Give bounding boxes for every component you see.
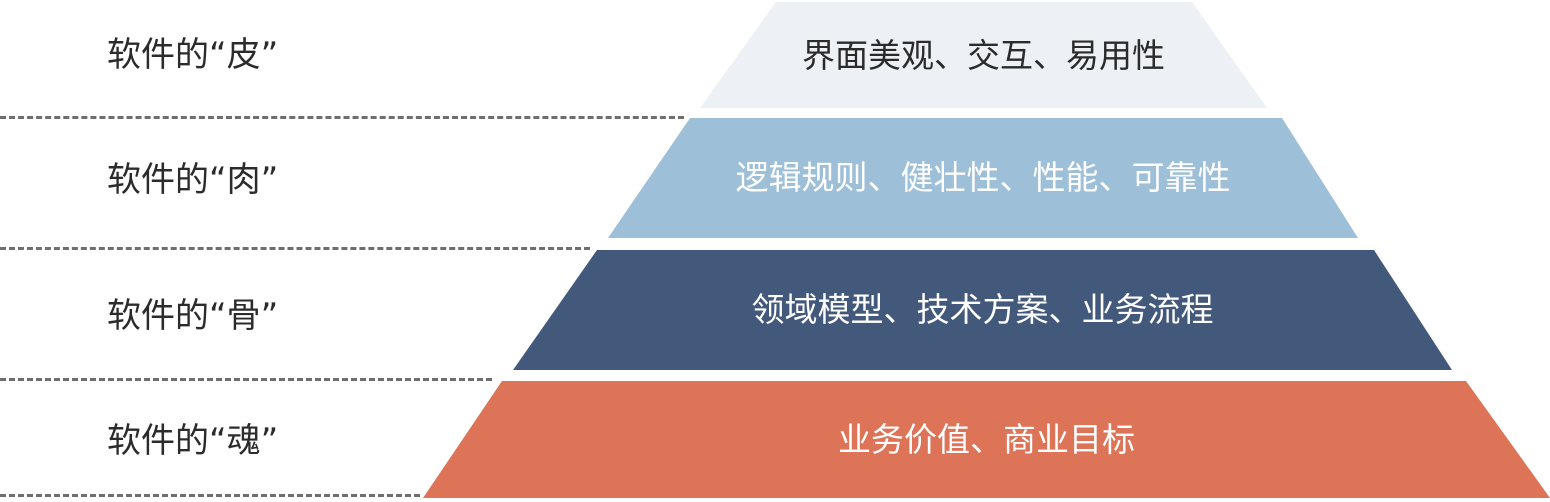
row-label-skin: 软件的“皮” [107, 35, 279, 75]
tier-soul-text: 业务价值、商业目标 [838, 420, 1135, 459]
divider-1 [0, 116, 684, 119]
divider-3 [0, 378, 492, 381]
divider-4 [0, 494, 420, 497]
tier-bone: 领域模型、技术方案、业务流程 [513, 250, 1452, 370]
tier-flesh: 逻辑规则、健壮性、性能、可靠性 [608, 118, 1358, 238]
divider-2 [0, 247, 590, 250]
row-label-flesh: 软件的“肉” [107, 160, 279, 200]
row-label-soul: 软件的“魂” [107, 421, 279, 461]
tier-skin-text: 界面美观、交互、易用性 [802, 36, 1165, 75]
tier-flesh-text: 逻辑规则、健壮性、性能、可靠性 [735, 158, 1231, 197]
tier-soul: 业务价值、商业目标 [423, 381, 1550, 498]
row-label-bone: 软件的“骨” [107, 296, 279, 336]
tier-bone-text: 领域模型、技术方案、业务流程 [751, 290, 1214, 329]
tier-skin: 界面美观、交互、易用性 [700, 2, 1267, 108]
